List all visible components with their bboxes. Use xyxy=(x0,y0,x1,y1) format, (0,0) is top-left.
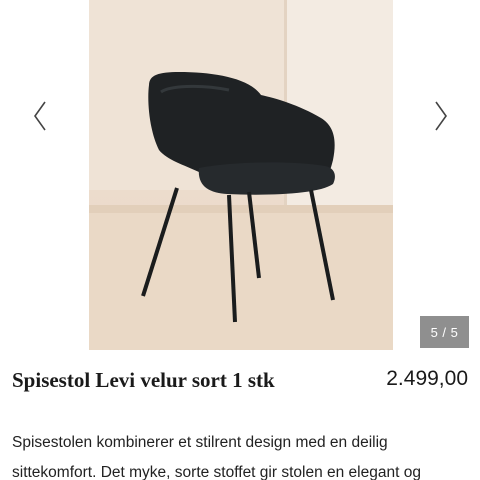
product-description: Spisestolen kombinerer et stilrent desig… xyxy=(12,428,478,480)
description-line: sittekomfort. Det myke, sorte stoffet gi… xyxy=(12,464,421,480)
chevron-left-icon xyxy=(34,101,46,131)
image-counter: 5 / 5 xyxy=(420,316,469,348)
next-image-button[interactable] xyxy=(428,96,454,136)
previous-image-button[interactable] xyxy=(27,96,53,136)
chair-photo xyxy=(89,0,393,350)
product-title: Spisestol Levi velur sort 1 stk xyxy=(12,368,275,392)
product-header: Spisestol Levi velur sort 1 stk 2.499,00 xyxy=(12,367,470,398)
product-image[interactable] xyxy=(89,0,393,350)
product-image-gallery: 5 / 5 xyxy=(0,0,480,350)
chevron-right-icon xyxy=(435,101,447,131)
description-line: Spisestolen kombinerer et stilrent desig… xyxy=(12,434,388,451)
product-price: 2.499,00 xyxy=(386,367,468,390)
